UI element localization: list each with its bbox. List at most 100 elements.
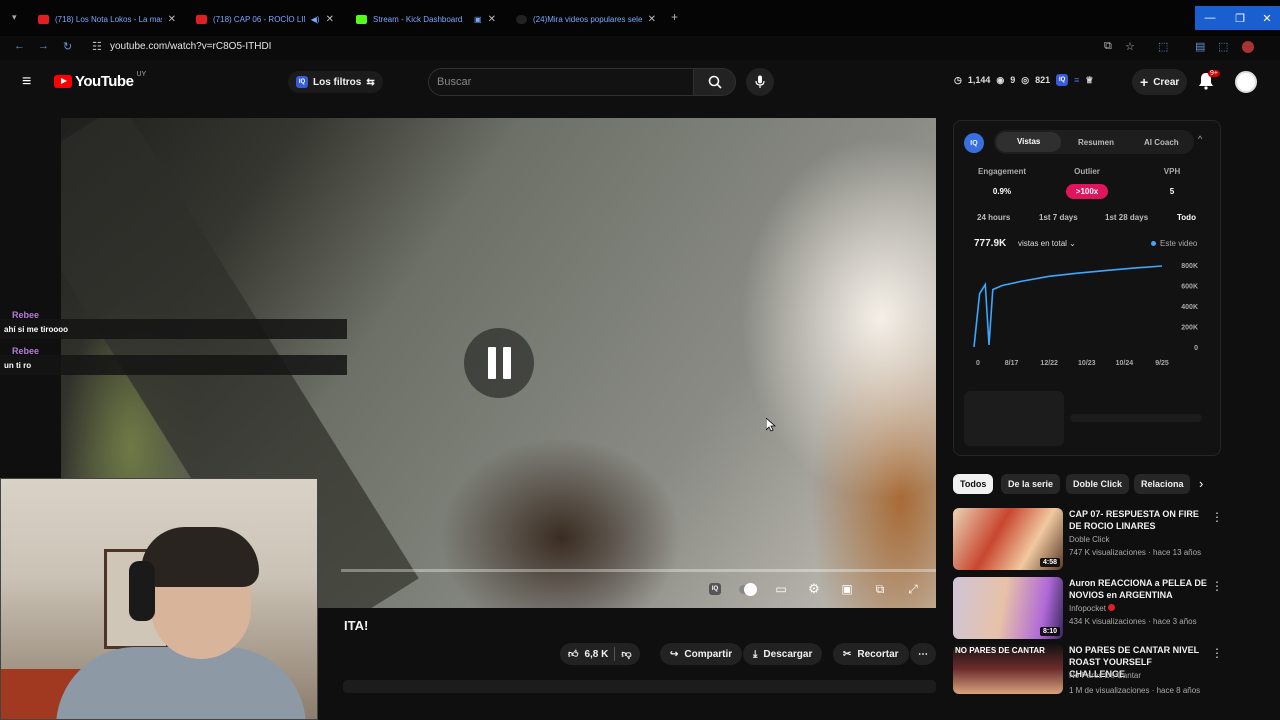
award-icon[interactable]: ♕ xyxy=(1085,75,1093,86)
period-all[interactable]: Todo xyxy=(1177,213,1196,222)
x-tick-label: 9/25 xyxy=(1155,360,1169,367)
new-tab-icon[interactable]: + xyxy=(671,10,678,24)
youtube-header: ≡ YouTube UY IQ Los filtros ⇆ Buscar ◷ 1,… xyxy=(0,60,1280,104)
site-info-icon[interactable]: ☷ xyxy=(92,40,102,53)
download-button[interactable]: ⤓ Descargar xyxy=(743,643,823,665)
chip-de-la-serie[interactable]: De la serie xyxy=(1001,474,1061,494)
chip-todos[interactable]: Todos xyxy=(953,474,994,494)
close-tab-icon[interactable]: ✕ xyxy=(488,14,496,25)
tab-list-icon[interactable]: ▾ xyxy=(12,12,17,23)
thumbs-down-icon[interactable]: 👎︎ xyxy=(621,648,631,660)
close-tab-icon[interactable]: ✕ xyxy=(648,14,656,25)
cast-icon[interactable]: ⧉ xyxy=(1104,40,1112,53)
legend-dot xyxy=(1151,241,1156,246)
youtube-logo[interactable]: YouTube UY xyxy=(54,71,146,90)
tab-2[interactable]: (718) CAP 06 - ROCÍO LINA ◀) ✕ xyxy=(190,6,340,32)
loading-placeholder xyxy=(964,391,1064,446)
list-item[interactable]: NO PARES DE CANTAR NO PARES DE CANTAR NI… xyxy=(953,644,1233,708)
y-tick-label: 400K xyxy=(1181,304,1198,311)
iq-badge-icon[interactable]: IQ xyxy=(1056,74,1069,86)
chip-relacionados[interactable]: Relaciona xyxy=(1134,474,1190,494)
settings-gear-icon[interactable]: ⚙ xyxy=(804,580,824,598)
minimize-icon[interactable]: — xyxy=(1195,6,1225,30)
views-chart: 800K 600K 400K 200K 0 0 8/17 12/22 10/23 10/24 9/2… xyxy=(973,263,1198,367)
collapse-chevron-icon[interactable]: ^ xyxy=(1198,134,1202,144)
period-28d[interactable]: 1st 28 days xyxy=(1105,213,1148,222)
period-24h[interactable]: 24 hours xyxy=(977,213,1010,222)
miniplayer-icon[interactable]: ▣ xyxy=(837,580,857,598)
progress-bar[interactable] xyxy=(341,569,936,572)
close-tab-icon[interactable]: ✕ xyxy=(168,14,176,25)
scissors-icon: ✂ xyxy=(843,648,852,660)
thumbnail-caption: NO PARES DE CANTAR xyxy=(955,646,1045,655)
search-input[interactable]: Buscar xyxy=(428,68,694,96)
bookmark-star-icon[interactable]: ☆ xyxy=(1125,40,1135,53)
tab-ai-coach[interactable]: AI Coach xyxy=(1129,138,1194,147)
forward-icon[interactable]: → xyxy=(38,40,49,52)
iq-player-icon[interactable]: IQ xyxy=(705,580,725,598)
close-tab-icon[interactable]: ✕ xyxy=(326,14,334,25)
share-button[interactable]: ↪ Compartir xyxy=(660,643,743,665)
extension-icon[interactable]: ⬚ xyxy=(1218,40,1228,53)
thumbnail[interactable]: 8:10 xyxy=(953,577,1063,639)
list-item[interactable]: 4:58 CAP 07- RESPUESTA ON FIRE DE ROCIO … xyxy=(953,508,1233,572)
back-icon[interactable]: ← xyxy=(14,40,25,52)
reload-icon[interactable]: ↻ xyxy=(63,40,72,53)
chip-doble-click[interactable]: Doble Click xyxy=(1066,474,1130,494)
tab-1[interactable]: (718) Los Nota Lokos - La mas ✕ xyxy=(32,6,182,32)
y-tick-label: 800K xyxy=(1181,263,1198,270)
thumbnail[interactable]: NO PARES DE CANTAR xyxy=(953,644,1063,694)
fullscreen-icon[interactable]: ⤢ xyxy=(903,580,923,598)
autoplay-toggle[interactable] xyxy=(738,580,758,598)
more-vertical-icon[interactable]: ⋮ xyxy=(1211,510,1223,524)
more-vertical-icon[interactable]: ⋮ xyxy=(1211,646,1223,660)
chat-message: un ti ro xyxy=(4,361,32,370)
extension-icon[interactable]: ▤ xyxy=(1195,40,1205,53)
description-box[interactable] xyxy=(343,680,936,693)
y-tick-label: 200K xyxy=(1181,325,1198,332)
eye-icon: ◉ xyxy=(996,74,1005,85)
voice-search-button[interactable] xyxy=(746,68,774,96)
url-field[interactable]: youtube.com/watch?v=rC8O5-ITHDI xyxy=(110,41,271,52)
chevron-right-icon[interactable]: › xyxy=(1199,476,1203,491)
loading-placeholder xyxy=(1070,414,1202,422)
pause-button[interactable] xyxy=(464,328,534,398)
list-item[interactable]: 8:10 Auron REACCIONA a PELEA DE NOVIOS e… xyxy=(953,577,1233,641)
tab-vistas[interactable]: Vistas xyxy=(996,132,1062,152)
tab-resumen[interactable]: Resumen xyxy=(1063,138,1128,147)
cast-icon[interactable]: ⧉ xyxy=(870,580,890,598)
list-icon[interactable]: ≡ xyxy=(1074,75,1079,85)
more-horizontal-icon: ⋯ xyxy=(918,648,928,660)
chat-username: Rebee xyxy=(12,310,40,320)
menu-icon[interactable]: ≡ xyxy=(22,73,31,91)
youtube-favicon-icon xyxy=(196,14,207,24)
audio-playing-icon[interactable]: ◀) xyxy=(311,15,320,24)
iq-badge-icon: IQ xyxy=(296,76,308,88)
like-count[interactable]: 6,8 K xyxy=(584,649,608,660)
clip-button[interactable]: ✂ Recortar xyxy=(833,643,909,665)
filters-button[interactable]: IQ Los filtros ⇆ xyxy=(288,71,383,93)
tiktok-favicon-icon xyxy=(516,14,527,24)
screen-share-icon: ▣ xyxy=(474,14,482,24)
tab-4[interactable]: (24)Mira videos populares selec ✕ xyxy=(510,6,662,32)
views-dropdown[interactable]: vistas en total ⌄ xyxy=(1018,239,1076,248)
avatar[interactable] xyxy=(1235,71,1257,93)
thumbnail[interactable]: 4:58 xyxy=(953,508,1063,570)
close-window-icon[interactable]: ✕ xyxy=(1252,6,1280,30)
channel-stats: ◷ 1,144 ◉ 9 ◎ 821 IQ ≡ ♕ xyxy=(954,74,1094,86)
thumbs-up-icon[interactable]: 👍︎ xyxy=(568,648,578,660)
extensions-icon[interactable]: ⬚ xyxy=(1158,40,1168,53)
more-vertical-icon[interactable]: ⋮ xyxy=(1211,579,1223,593)
subtitles-icon[interactable]: ▭ xyxy=(771,580,791,598)
browser-tab-bar: ▾ (718) Los Nota Lokos - La mas ✕ (718) … xyxy=(0,0,1280,36)
youtube-play-icon xyxy=(54,75,72,88)
profile-icon[interactable] xyxy=(1242,41,1254,53)
period-7d[interactable]: 1st 7 days xyxy=(1039,213,1078,222)
tab-3[interactable]: Stream - Kick Dashboard ▣ ✕ xyxy=(350,6,502,32)
chat-message: ahí si me tiroooo xyxy=(4,325,69,334)
restore-icon[interactable]: ❐ xyxy=(1225,6,1255,30)
more-actions-button[interactable]: ⋯ xyxy=(910,643,936,665)
search-button[interactable] xyxy=(694,68,736,96)
create-button[interactable]: + Crear xyxy=(1132,69,1188,95)
chevron-down-icon: ⌄ xyxy=(1069,239,1076,248)
